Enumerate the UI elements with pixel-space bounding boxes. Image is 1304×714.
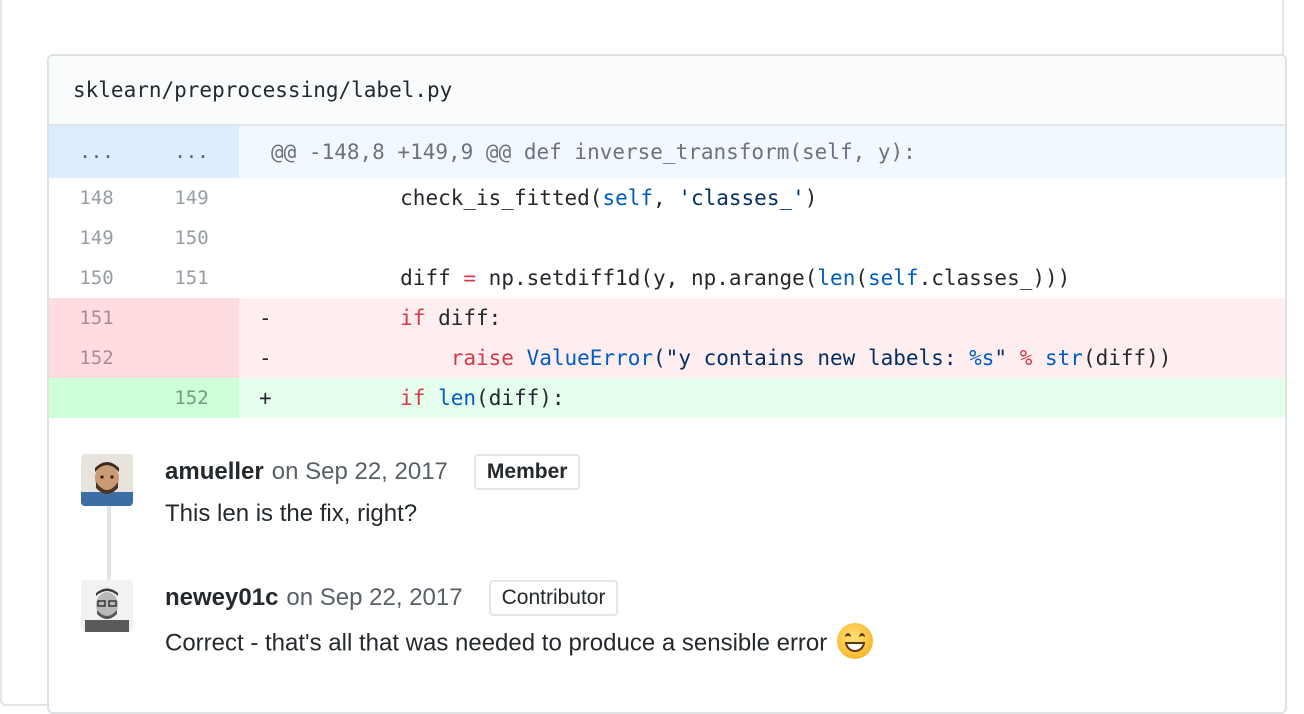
- code-token: ValueError: [526, 346, 654, 370]
- code-line: diff = np.setdiff1d(y, np.arange(len(sel…: [299, 258, 1285, 298]
- new-line-number[interactable]: [144, 338, 239, 378]
- user-avatar-bearded-icon: [81, 454, 133, 506]
- deleted-line: 152 - raise ValueError("y contains new la…: [49, 338, 1285, 378]
- comment-body-wrap: Correct - that's all that was needed to …: [165, 623, 874, 662]
- diff-marker: [239, 258, 299, 298]
- code-token: self: [602, 186, 654, 210]
- old-line-number[interactable]: 151: [49, 298, 144, 338]
- comment-body: This len is the fix, right?: [165, 500, 418, 527]
- code-token: =: [463, 266, 477, 290]
- deleted-line: 151 - if diff:: [49, 298, 1285, 338]
- diff-file-box: sklearn/preprocessing/label.py ... ... @…: [47, 54, 1287, 714]
- code-token: ,: [653, 186, 679, 210]
- comment-author[interactable]: amueller: [165, 458, 264, 486]
- code-token: .classes_))): [918, 266, 1071, 290]
- code-token: 'classes_': [678, 186, 805, 210]
- context-line: 149 150: [49, 218, 1285, 258]
- author-role-badge: Contributor: [488, 580, 619, 616]
- code-token: check_is_fitted(: [400, 186, 603, 210]
- context-line: 150 151 diff = np.setdiff1d(y, np.arange(…: [49, 258, 1285, 298]
- old-line-number[interactable]: 148: [49, 178, 144, 218]
- diff-marker: -: [259, 306, 272, 330]
- hunk-header-text: @@ -148,8 +149,9 @@ def inverse_transfor…: [271, 140, 916, 164]
- code-line: raise ValueError("y contains new labels:…: [299, 338, 1285, 378]
- code-token: diff:: [425, 306, 502, 330]
- expand-down-button[interactable]: ...: [144, 126, 239, 178]
- new-line-number[interactable]: 149: [144, 178, 239, 218]
- comment-date-prefix: on: [271, 458, 299, 485]
- comment-date[interactable]: Sep 22, 2017: [305, 458, 448, 486]
- new-line-number[interactable]: 152: [144, 378, 239, 418]
- code-token: if: [400, 386, 426, 410]
- code-token: np.setdiff1d(y, np.arange(: [476, 266, 818, 290]
- code-token: (diff)): [1082, 346, 1172, 370]
- code-line: check_is_fitted(self, 'classes_'): [299, 178, 1285, 218]
- code-token: str: [1045, 346, 1083, 370]
- code-token: diff: [400, 266, 464, 290]
- code-token: ("y contains new labels:: [653, 346, 970, 370]
- comment-header: newey01c on Sep 22, 2017 Contributor: [165, 580, 619, 616]
- file-path-header[interactable]: sklearn/preprocessing/label.py: [49, 56, 1285, 126]
- new-line-number[interactable]: 150: [144, 218, 239, 258]
- smile-emoji-icon: [837, 623, 874, 659]
- author-role-badge: Member: [473, 454, 581, 490]
- code-line: if len(diff):: [299, 378, 1285, 418]
- diff-marker: -: [259, 346, 272, 370]
- code-token: %: [1019, 346, 1033, 370]
- user-avatar-glasses-icon: [81, 580, 133, 632]
- code-token: %s: [969, 346, 995, 370]
- code-token: len: [817, 266, 856, 290]
- new-line-number[interactable]: [144, 298, 239, 338]
- diff-marker: [239, 178, 299, 218]
- comment-header: amueller on Sep 22, 2017 Member: [165, 454, 581, 490]
- old-line-number[interactable]: [49, 378, 144, 418]
- code-token: raise: [450, 346, 514, 370]
- code-token: if: [400, 306, 426, 330]
- code-line: if diff:: [299, 298, 1285, 338]
- code-token: self: [868, 266, 919, 290]
- diff-marker: [239, 218, 299, 258]
- avatar[interactable]: [81, 580, 133, 632]
- avatar[interactable]: [81, 454, 133, 506]
- comment-date[interactable]: Sep 22, 2017: [320, 584, 463, 612]
- old-line-number[interactable]: 152: [49, 338, 144, 378]
- context-line: 148 149 check_is_fitted(self, 'classes_'): [49, 178, 1285, 218]
- code-token: ": [994, 346, 1020, 370]
- old-line-number[interactable]: 150: [49, 258, 144, 298]
- diff-lines: 148 149 check_is_fitted(self, 'classes_')…: [49, 178, 1285, 418]
- comment-body: Correct - that's all that was needed to …: [165, 629, 828, 657]
- code-token: ): [804, 186, 818, 210]
- expand-up-button[interactable]: ...: [49, 126, 144, 178]
- new-line-number[interactable]: 151: [144, 258, 239, 298]
- old-line-number[interactable]: 149: [49, 218, 144, 258]
- comment-date-prefix: on: [286, 584, 314, 611]
- file-path[interactable]: sklearn/preprocessing/label.py: [73, 78, 452, 102]
- comment-author[interactable]: newey01c: [165, 584, 278, 612]
- added-line: 152 + if len(diff):: [49, 378, 1285, 418]
- hunk-header-row: ... ... @@ -148,8 +149,9 @@ def inverse_…: [49, 126, 1285, 178]
- diff-marker: +: [259, 386, 272, 410]
- code-token: (: [855, 266, 868, 290]
- code-token: (diff):: [476, 386, 565, 410]
- code-token: len: [438, 386, 477, 410]
